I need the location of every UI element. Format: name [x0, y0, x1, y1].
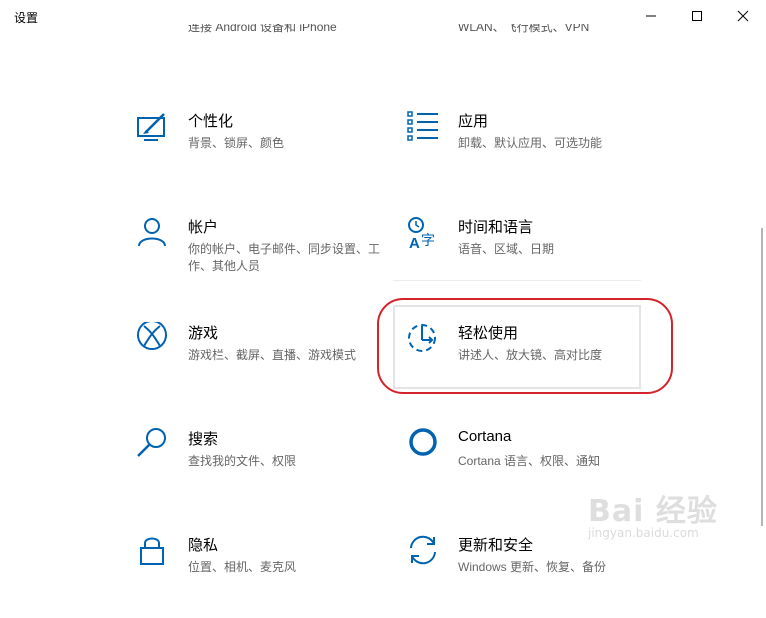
tile-desc: 游戏栏、截屏、直播、游戏模式: [188, 348, 357, 362]
tile-desc: 位置、相机、麦克风: [188, 560, 297, 574]
tile-name: Cortana: [458, 428, 512, 445]
tile-desc: 你的帐户、电子邮件、同步设置、工作、其他人员: [188, 242, 381, 273]
privacy-lock-icon: [140, 537, 164, 565]
tile-desc: 查找我的文件、权限: [188, 454, 297, 468]
tile-name: 搜索: [188, 431, 219, 448]
tile-personalization[interactable]: 个性化 背景、锁屏、颜色: [136, 110, 396, 194]
baidu-watermark: Bai 经验 jingyan.baidu.com: [588, 486, 758, 546]
tile-name: 帐户: [188, 219, 219, 236]
annotation-highlight: [377, 298, 673, 394]
scrollbar-thumb[interactable]: [761, 228, 763, 526]
tile-desc: Windows 更新、恢复、备份: [458, 560, 607, 574]
search-icon: [137, 428, 166, 457]
svg-text:字: 字: [421, 233, 435, 249]
apps-icon: [407, 111, 438, 141]
update-sync-icon: [410, 535, 436, 565]
tile-gaming[interactable]: 游戏 游戏栏、截屏、直播、游戏模式: [136, 322, 396, 406]
tile-search[interactable]: 搜索 查找我的文件、权限: [136, 428, 396, 512]
account-icon: [138, 218, 166, 247]
maximize-button[interactable]: [674, 0, 720, 32]
tile-name: 应用: [458, 113, 489, 130]
tile-name: 个性化: [188, 113, 234, 130]
minimize-icon: [646, 15, 656, 17]
tile-name: 更新和安全: [458, 537, 534, 554]
title-bar: 设置: [0, 0, 766, 32]
tile-time-language[interactable]: A 字 时间和语言 语音、区域、日期: [406, 216, 666, 300]
cortana-icon: [409, 428, 437, 456]
tile-name: 隐私: [188, 537, 219, 554]
personalization-icon: [137, 113, 165, 141]
partial-left-text: 连接 Android 设备和 iPhone: [188, 24, 337, 34]
xbox-icon: [137, 322, 167, 350]
partial-right-text: WLAN、飞行模式、VPN: [458, 24, 590, 34]
tile-accounts[interactable]: 帐户 你的帐户、电子邮件、同步设置、工作、其他人员: [136, 216, 396, 300]
time-language-icon: A 字: [408, 217, 435, 252]
tile-name: 游戏: [188, 325, 219, 342]
close-icon: [737, 10, 749, 22]
partial-phone-desc: 连接 Android 设备和 iPhone: [188, 24, 337, 36]
minimize-button[interactable]: [628, 0, 674, 32]
tile-name: 时间和语言: [458, 219, 534, 236]
tile-apps[interactable]: 应用 卸载、默认应用、可选功能: [406, 110, 666, 194]
maximize-icon: [692, 11, 702, 21]
tile-update-security[interactable]: 更新和安全 Windows 更新、恢复、备份: [406, 534, 666, 618]
tile-desc: Cortana 语言、权限、通知: [458, 454, 601, 468]
watermark-sub: jingyan.baidu.com: [588, 526, 699, 540]
tile-desc: 语音、区域、日期: [458, 242, 555, 256]
partial-network-desc: WLAN、飞行模式、VPN: [458, 24, 589, 36]
svg-text:A: A: [409, 235, 420, 252]
tile-privacy[interactable]: 隐私 位置、相机、麦克风: [136, 534, 396, 618]
watermark-text: Bai 经验: [588, 494, 718, 529]
close-button[interactable]: [720, 0, 766, 32]
tile-desc: 卸载、默认应用、可选功能: [458, 136, 603, 150]
tile-desc: 背景、锁屏、颜色: [188, 136, 285, 150]
window-title: 设置: [14, 11, 39, 25]
